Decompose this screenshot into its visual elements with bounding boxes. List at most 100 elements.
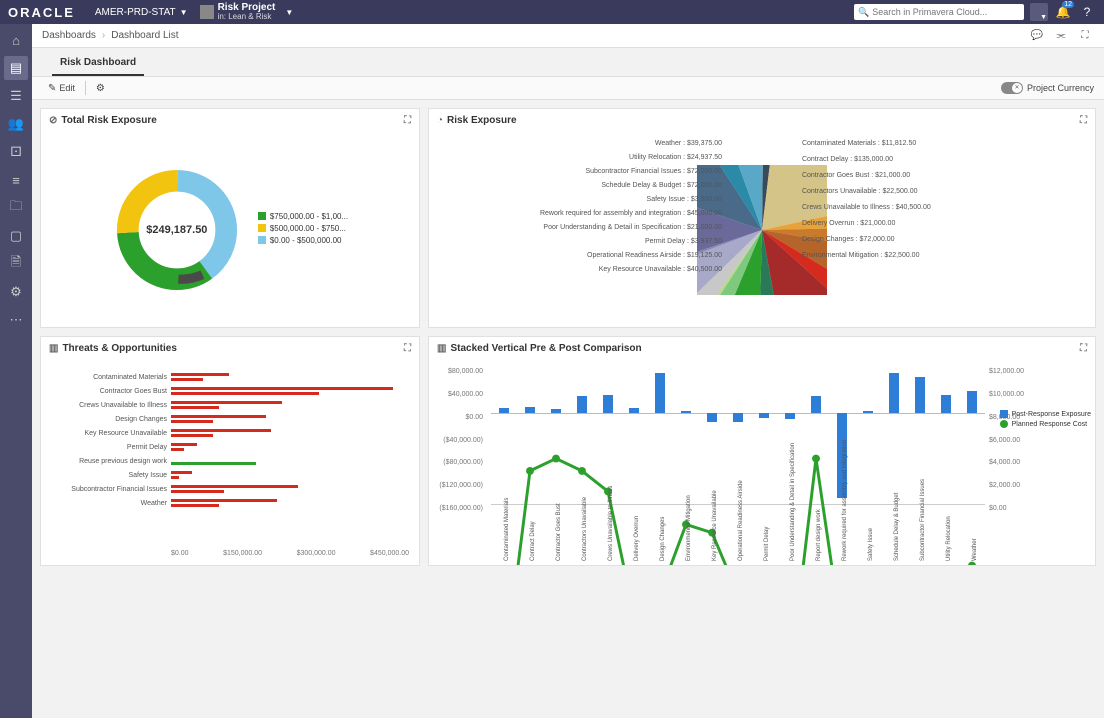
search-input[interactable] — [872, 7, 1020, 17]
panel-title: Total Risk Exposure — [61, 115, 156, 126]
expand-icon[interactable]: ⛶ — [1080, 115, 1087, 126]
panel-title: Stacked Vertical Pre & Post Comparison — [450, 343, 641, 354]
rail-people-icon[interactable]: 👥 — [4, 112, 28, 136]
toggle-switch[interactable] — [1001, 82, 1023, 94]
rail-home-icon[interactable]: ⌂ — [4, 28, 28, 52]
x-axis-label: Contract Delay — [530, 521, 536, 561]
pie-slice-label: Contractor Goes Bust : $21,000.00 — [802, 172, 910, 179]
search-icon: 🔍 — [858, 7, 869, 18]
chevron-right-icon: › — [102, 30, 105, 41]
caret-down-icon: ▼ — [1040, 14, 1047, 21]
pie-slice-label: Contract Delay : $135,000.00 — [802, 156, 893, 163]
panel-pre-post-comparison: ▥ Stacked Vertical Pre & Post Comparison… — [428, 336, 1096, 566]
rail-bars-icon[interactable]: ≡ — [4, 168, 28, 192]
bar-icon: ▥ — [437, 343, 446, 354]
x-axis-label: Contractor Goes Bust — [556, 503, 562, 561]
rail-doc-icon[interactable]: 🗎 — [4, 252, 28, 276]
comment-icon[interactable]: 💬 — [1028, 27, 1046, 45]
help-icon[interactable]: ? — [1078, 3, 1096, 21]
hbar-label: Permit Delay — [41, 444, 167, 451]
rail-dice-icon[interactable]: ⚀ — [4, 140, 28, 164]
panel-title: Risk Exposure — [447, 115, 516, 126]
project-context: in: Lean & Risk — [218, 13, 276, 21]
tab-risk-dashboard[interactable]: Risk Dashboard — [52, 51, 144, 76]
pie-slice-label: Safety Issue : $3,500.00 — [647, 196, 723, 203]
x-axis-label: Key Resource Unavailable — [712, 490, 718, 561]
panel-total-risk-exposure: ⊘ Total Risk Exposure ⛶ $249,187.50 — [40, 108, 420, 328]
hbar-label: Subcontractor Financial Issues — [41, 486, 167, 493]
hbar-label: Crews Unavailable to Illness — [41, 402, 167, 409]
expand-icon[interactable]: ⛶ — [1080, 343, 1087, 354]
rail-folder-icon[interactable]: 🗀 — [4, 196, 28, 220]
project-icon — [200, 5, 214, 19]
caret-down-icon: ▼ — [285, 8, 293, 17]
x-axis-label: Delivery Overrun — [634, 516, 640, 561]
pie-slice-label: Operational Readiness Airside : $19,125.… — [587, 252, 722, 259]
rail-card-icon[interactable]: ▢ — [4, 224, 28, 248]
hbar-chart[interactable]: Contaminated Materials Contractor Goes Bu… — [41, 360, 419, 565]
pie-slice-label: Weather : $39,375.00 — [655, 140, 722, 147]
project-selector[interactable]: Risk Project in: Lean & Risk ▼ — [200, 3, 294, 21]
dashboard-toolbar: ✎Edit ⚙ Project Currency — [32, 76, 1104, 100]
global-search[interactable]: 🔍 — [854, 4, 1024, 20]
x-axis-label: Report design work — [816, 509, 822, 561]
pie-slice-label: Contaminated Materials : $11,812.50 — [802, 140, 916, 147]
rail-more-icon[interactable]: ⋯ — [4, 308, 28, 332]
content-area: Risk Dashboard ✎Edit ⚙ Project Currency … — [32, 48, 1104, 718]
x-axis-label: Permit Delay — [764, 527, 770, 561]
pencil-icon: ✎ — [48, 83, 56, 94]
x-axis-label: Utility Relocation — [946, 516, 952, 561]
tab-bar: Risk Dashboard — [32, 48, 1104, 76]
pie-slice-label: Contractors Unavailable : $22,500.00 — [802, 188, 918, 195]
pie-slice-label: Schedule Delay & Budget : $72,000.00 — [601, 182, 722, 189]
breadcrumb-leaf[interactable]: Dashboard List — [111, 30, 178, 41]
panel-title: Threats & Opportunities — [62, 343, 176, 354]
hbar-label: Contaminated Materials — [41, 374, 167, 381]
pie-slice-label: Subcontractor Financial Issues : $72,000… — [585, 168, 722, 175]
rail-list-icon[interactable]: ☰ — [4, 84, 28, 108]
left-nav-rail: ⌂ ▤ ☰ 👥 ⚀ ≡ 🗀 ▢ 🗎 ⚙ ⋯ — [0, 24, 32, 718]
donut-center-value: $249,187.50 — [146, 224, 207, 236]
combo-chart[interactable]: $80,000.00$40,000.00$0.00($40,000.00)($8… — [429, 360, 1095, 565]
x-axis-label: Operational Readiness Airside — [738, 480, 744, 561]
pie-slice-label: Permit Delay : $3,937.50 — [645, 238, 722, 245]
pie-slice-label: Key Resource Unavailable : $40,500.00 — [599, 266, 722, 273]
x-axis-label: Weather — [972, 538, 978, 561]
share-icon[interactable]: ⫘ — [1052, 27, 1070, 45]
hbar-label: Weather — [41, 500, 167, 507]
pie-slice-label: Design Changes : $72,000.00 — [802, 236, 895, 243]
collapse-icon[interactable]: ⊘ — [49, 115, 57, 126]
x-axis-label: Subcontractor Financial Issues — [920, 479, 926, 561]
hbar-label: Reuse previous design work — [41, 458, 167, 465]
x-axis-label: Contractors Unavailable — [582, 497, 588, 561]
notifications-icon[interactable]: 🔔12 — [1054, 3, 1072, 21]
brand-logo: ORACLE — [8, 5, 75, 20]
donut-chart[interactable]: $249,187.50 — [112, 165, 242, 295]
panel-risk-exposure: ◔ Risk Exposure ⛶ Weather : $39,375.00Ut… — [428, 108, 1096, 328]
pie-slice-label: Environmental Mitigation : $22,500.00 — [802, 252, 920, 259]
pie-slice-label: Delivery Overrun : $21,000.00 — [802, 220, 895, 227]
caret-down-icon: ▼ — [180, 8, 188, 17]
hbar-label: Contractor Goes Bust — [41, 388, 167, 395]
gear-icon: ⚙ — [96, 83, 105, 94]
expand-icon[interactable]: ⛶ — [404, 115, 411, 126]
breadcrumb-root[interactable]: Dashboards — [42, 30, 96, 41]
pie-slice-label: Rework required for assembly and integra… — [540, 210, 722, 217]
fullscreen-icon[interactable]: ⛶ — [1076, 27, 1094, 45]
x-axis-label: Poor Understanding & Detail in Specifica… — [790, 443, 796, 561]
env-selector[interactable]: AMER-PRD-STAT▼ — [95, 7, 188, 18]
pie-chart[interactable]: Weather : $39,375.00Utility Relocation :… — [429, 132, 1095, 327]
rail-gear-icon[interactable]: ⚙ — [4, 280, 28, 304]
breadcrumb-bar: Dashboards › Dashboard List 💬 ⫘ ⛶ — [32, 24, 1104, 48]
user-avatar[interactable]: ▼ — [1030, 3, 1048, 21]
currency-toggle[interactable]: Project Currency — [1001, 82, 1094, 94]
settings-button[interactable]: ⚙ — [90, 81, 114, 96]
hbar-label: Design Changes — [41, 416, 167, 423]
notif-badge: 12 — [1062, 1, 1074, 8]
expand-icon[interactable]: ⛶ — [404, 343, 411, 354]
rail-dashboard-icon[interactable]: ▤ — [4, 56, 28, 80]
x-axis-label: Crews Unavailable to Illness — [608, 486, 614, 561]
donut-legend: $750,000.00 - $1,00... $500,000.00 - $75… — [258, 212, 348, 248]
edit-button[interactable]: ✎Edit — [42, 81, 81, 96]
x-axis-label: Environmental Mitigation — [686, 495, 692, 561]
